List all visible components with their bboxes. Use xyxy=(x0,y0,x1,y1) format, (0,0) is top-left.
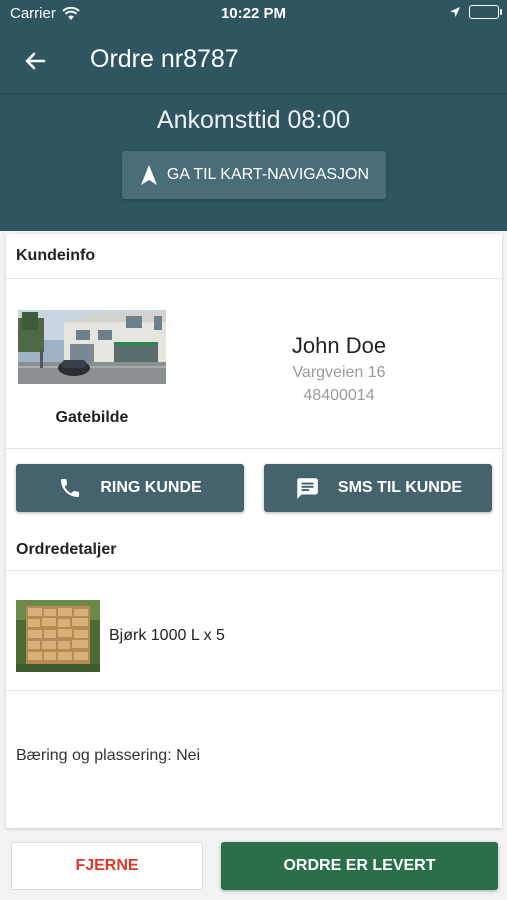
remove-button[interactable]: FJERNE xyxy=(11,842,203,890)
status-bar: Carrier 10:22 PM xyxy=(0,0,507,28)
status-time: 10:22 PM xyxy=(220,5,287,22)
divider xyxy=(6,278,502,279)
call-customer-button[interactable]: RING KUNDE xyxy=(16,464,244,512)
top-app-bar: Ordre nr8787 xyxy=(0,28,507,94)
order-delivered-button[interactable]: ORDRE ER LEVERT xyxy=(221,842,498,890)
navigation-icon xyxy=(140,165,157,185)
order-item: Bjørk 1000 L x 5 xyxy=(109,627,225,644)
divider xyxy=(6,570,502,571)
navigation-button-label: GA TIL KART-NAVIGASJON xyxy=(166,166,370,183)
battery-icon xyxy=(469,5,502,19)
product-image xyxy=(16,600,100,672)
back-arrow-icon[interactable] xyxy=(20,46,50,76)
customer-address: Vargveien 16 xyxy=(292,364,386,381)
status-right xyxy=(449,5,502,19)
arrival-panel: Ankomsttid 08:00 GA TIL KART-NAVIGASJON xyxy=(0,94,507,231)
page-title: Ordre nr8787 xyxy=(90,45,239,73)
order-details-heading: Ordredetaljer xyxy=(16,541,117,558)
street-view-label: Gatebilde xyxy=(55,409,129,426)
phone-icon xyxy=(61,479,80,497)
divider xyxy=(6,448,502,449)
location-arrow-icon xyxy=(450,7,460,17)
customer-phone: 48400014 xyxy=(303,387,375,404)
street-view-image[interactable] xyxy=(18,310,166,384)
customer-info-heading: Kundeinfo xyxy=(16,247,96,264)
order-card: Kundeinfo Gatebilde John Doe Vargveien 1… xyxy=(6,234,502,828)
carry-placement-info: Bæring og plassering: Nei xyxy=(16,747,201,764)
arrival-time: Ankomsttid 08:00 xyxy=(156,106,351,134)
call-customer-label: RING KUNDE xyxy=(100,479,202,496)
customer-name: John Doe xyxy=(291,333,387,358)
divider xyxy=(6,690,502,691)
sms-customer-button[interactable]: SMS TIL KUNDE xyxy=(264,464,492,512)
message-icon xyxy=(297,478,318,499)
navigation-button[interactable]: GA TIL KART-NAVIGASJON xyxy=(122,151,386,199)
sms-customer-label: SMS TIL KUNDE xyxy=(337,479,463,496)
